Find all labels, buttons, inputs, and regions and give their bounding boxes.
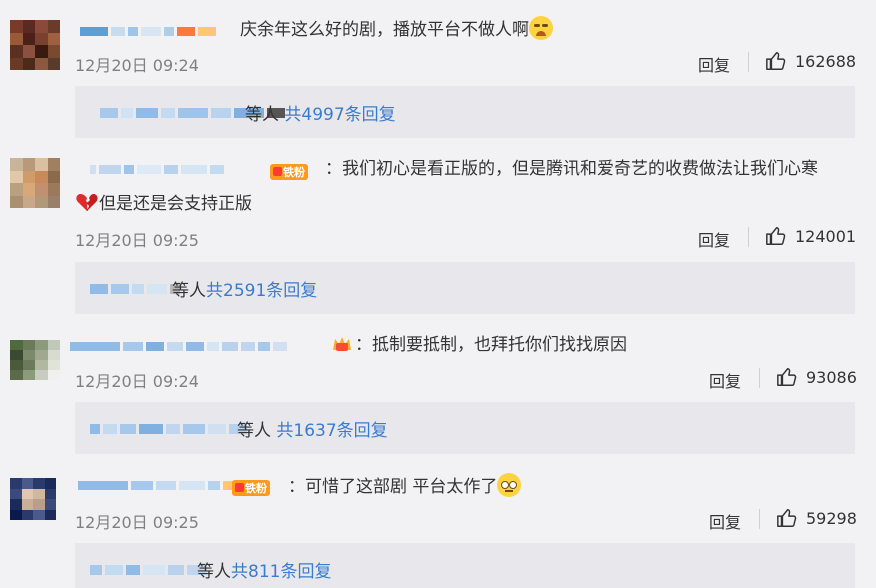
reply-preview[interactable]: 等人 共4997条回复	[75, 86, 855, 138]
reply-preview[interactable]: 等人共811条回复	[75, 543, 855, 588]
comment-time: 12月20日 09:25	[75, 513, 199, 532]
reply-preview[interactable]: 等人共2591条回复	[75, 262, 855, 314]
fan-badge: 铁粉	[270, 161, 308, 180]
divider	[759, 509, 760, 529]
reply-preview[interactable]: 等人 共1637条回复	[75, 402, 855, 454]
thumbs-up-icon	[777, 368, 797, 386]
reply-button[interactable]: 回复	[698, 52, 730, 76]
view-replies-link[interactable]: 共4997条回复	[284, 105, 395, 125]
crown-icon	[273, 167, 282, 176]
broken-heart-icon	[76, 194, 98, 211]
comment-text: ：可惜了这部剧 平台太作了	[288, 473, 522, 500]
comment-time: 12月20日 09:24	[75, 372, 199, 391]
username-blurred[interactable]	[70, 339, 287, 353]
reply-summary: 等人 共4997条回复	[245, 105, 396, 125]
like-button[interactable]: 93086	[776, 366, 857, 388]
like-button[interactable]: 124001	[765, 225, 856, 247]
comment-time: 12月20日 09:24	[75, 56, 199, 75]
replier-names-blurred	[90, 424, 247, 434]
reply-summary: 等人共811条回复	[197, 562, 332, 582]
thumbs-up-icon	[766, 52, 786, 70]
username-blurred[interactable]	[80, 24, 216, 38]
like-count: 162688	[795, 51, 857, 71]
comment-text: 庆余年这么好的剧，播放平台不做人啊	[240, 16, 553, 43]
avatar[interactable]	[10, 340, 60, 380]
doubt-emoji-icon	[497, 473, 522, 497]
replier-names-blurred	[90, 565, 207, 575]
thumbs-up-icon	[777, 509, 797, 527]
comment-text-line2: 但是还是会支持正版	[75, 190, 252, 217]
reply-summary: 等人 共1637条回复	[237, 421, 388, 441]
like-button[interactable]: 162688	[765, 50, 856, 72]
crown-icon	[333, 337, 351, 351]
view-replies-link[interactable]: 共2591条回复	[206, 281, 317, 301]
reply-summary: 等人共2591条回复	[172, 281, 318, 301]
like-count: 93086	[806, 367, 857, 387]
divider	[748, 227, 749, 247]
avatar[interactable]	[10, 478, 56, 520]
replier-names-blurred	[90, 284, 180, 294]
reply-button[interactable]: 回复	[709, 368, 741, 392]
fan-badge: 铁粉	[232, 477, 270, 496]
reply-button[interactable]: 回复	[709, 509, 741, 533]
comment-text: ：我们初心是看正版的，但是腾讯和爱奇艺的收费做法让我们心寒	[325, 159, 818, 179]
divider	[748, 52, 749, 72]
avatar[interactable]	[10, 158, 60, 208]
comment-text: ：抵制要抵制，也拜托你们找找原因	[355, 335, 627, 355]
username-blurred[interactable]	[90, 162, 224, 176]
like-count: 124001	[795, 226, 857, 246]
reply-button[interactable]: 回复	[698, 227, 730, 251]
view-replies-link[interactable]: 共811条回复	[231, 562, 331, 582]
thumbs-up-icon	[766, 227, 786, 245]
like-button[interactable]: 59298	[776, 507, 857, 529]
like-count: 59298	[806, 508, 857, 528]
avatar[interactable]	[10, 20, 60, 70]
divider	[759, 368, 760, 388]
username-blurred[interactable]	[78, 478, 250, 492]
comment-time: 12月20日 09:25	[75, 231, 199, 250]
view-replies-link[interactable]: 共1637条回复	[276, 421, 387, 441]
crown-icon	[235, 483, 244, 492]
crying-emoji-icon	[529, 16, 553, 40]
